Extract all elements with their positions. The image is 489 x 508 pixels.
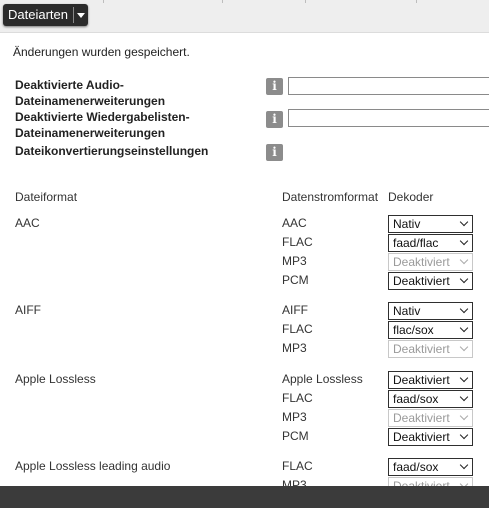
disabled-audio-extensions-label: Deaktivierte Audio- Dateinamenerweiterun… xyxy=(15,77,165,109)
stream-format-label: PCM xyxy=(282,273,309,287)
disabled-audio-extensions-input[interactable] xyxy=(288,77,489,95)
chevron-down-icon xyxy=(459,255,469,265)
stream-format-label: PCM xyxy=(282,429,309,443)
decoder-select-value: flac/sox xyxy=(393,323,434,337)
chevron-down-icon xyxy=(459,392,469,402)
chevron-down-icon xyxy=(459,342,469,352)
decoder-select[interactable]: Nativ xyxy=(388,215,473,233)
decoder-select: Deaktiviert xyxy=(388,340,473,358)
column-header-stream-format: Datenstromformat xyxy=(282,190,379,204)
chevron-down-icon xyxy=(459,304,469,314)
decoder-select[interactable]: Deaktiviert xyxy=(388,371,473,389)
disabled-playlist-extensions-input[interactable] xyxy=(288,109,489,127)
decoder-select: Deaktiviert xyxy=(388,253,473,271)
file-format-name: Apple Lossless xyxy=(15,372,96,386)
chevron-down-icon xyxy=(459,236,469,246)
stream-format-label: FLAC xyxy=(282,391,313,405)
decoder-select[interactable]: Nativ xyxy=(388,302,473,320)
decoder-select-value: faad/sox xyxy=(393,460,439,474)
decoder-select-value: Deaktiviert xyxy=(393,274,450,288)
toolbar-divider xyxy=(416,0,417,3)
stream-format-label: MP3 xyxy=(282,410,307,424)
toolbar-divider xyxy=(305,0,306,3)
decoder-select-value: faad/flac xyxy=(393,236,439,250)
chevron-down-icon xyxy=(459,411,469,421)
decoder-select-value: faad/sox xyxy=(393,392,439,406)
stream-format-label: MP3 xyxy=(282,254,307,268)
conversion-settings-label: Dateikonvertierungseinstellungen xyxy=(15,144,209,158)
label-line: Dateinamenerweiterungen xyxy=(15,126,166,140)
chevron-down-icon xyxy=(459,373,469,383)
decoder-select-value: Deaktiviert xyxy=(393,255,450,269)
decoder-select-value: Deaktiviert xyxy=(393,430,450,444)
column-header-file-format: Dateiformat xyxy=(15,190,78,204)
decoder-select: Deaktiviert xyxy=(388,409,473,427)
chevron-down-icon xyxy=(459,274,469,284)
stream-format-label: FLAC xyxy=(282,459,313,473)
decoder-select[interactable]: Deaktiviert xyxy=(388,428,473,446)
info-icon[interactable]: i xyxy=(266,144,283,161)
decoder-select[interactable]: faad/sox xyxy=(388,390,473,408)
stream-format-label: AAC xyxy=(282,216,307,230)
menu-button-label: Dateiarten xyxy=(8,7,68,22)
decoder-select[interactable]: Deaktiviert xyxy=(388,272,473,290)
file-format-name: AAC xyxy=(15,216,40,230)
chevron-down-icon xyxy=(459,217,469,227)
file-format-name: AIFF xyxy=(15,303,41,317)
info-icon[interactable]: i xyxy=(266,78,283,95)
chevron-down-icon xyxy=(459,323,469,333)
decoder-select-value: Deaktiviert xyxy=(393,411,450,425)
decoder-select-value: Deaktiviert xyxy=(393,373,450,387)
stream-format-label: AIFF xyxy=(282,303,308,317)
decoder-select[interactable]: faad/flac xyxy=(388,234,473,252)
top-toolbar: Dateiarten xyxy=(0,0,489,33)
stream-format-label: FLAC xyxy=(282,235,313,249)
dropdown-caret-icon[interactable] xyxy=(74,4,88,26)
bottom-bar xyxy=(0,486,489,508)
decoder-select[interactable]: faad/sox xyxy=(388,458,473,476)
decoder-select[interactable]: flac/sox xyxy=(388,321,473,339)
column-header-decoder: Dekoder xyxy=(388,190,434,204)
toolbar-divider xyxy=(103,0,104,3)
label-line: Deaktivierte Audio- xyxy=(15,78,124,92)
label-line: Dateinamenerweiterungen xyxy=(15,94,166,108)
decoder-select-value: Nativ xyxy=(393,217,421,231)
save-status-message: Änderungen wurden gespeichert. xyxy=(13,45,190,59)
stream-format-label: FLAC xyxy=(282,322,313,336)
stream-format-label: Apple Lossless xyxy=(282,372,363,386)
label-line: Deaktivierte Wiedergabelisten- xyxy=(15,110,190,124)
chevron-down-icon xyxy=(459,460,469,470)
chevron-down-icon xyxy=(459,430,469,440)
stream-format-label: MP3 xyxy=(282,341,307,355)
toolbar-divider xyxy=(222,0,223,3)
disabled-playlist-extensions-label: Deaktivierte Wiedergabelisten- Dateiname… xyxy=(15,109,190,141)
file-format-name: Apple Lossless leading audio xyxy=(15,459,171,473)
info-icon[interactable]: i xyxy=(266,111,283,128)
decoder-select-value: Deaktiviert xyxy=(393,342,450,356)
decoder-select-value: Nativ xyxy=(393,304,421,318)
file-types-menu-button[interactable]: Dateiarten xyxy=(3,4,88,26)
